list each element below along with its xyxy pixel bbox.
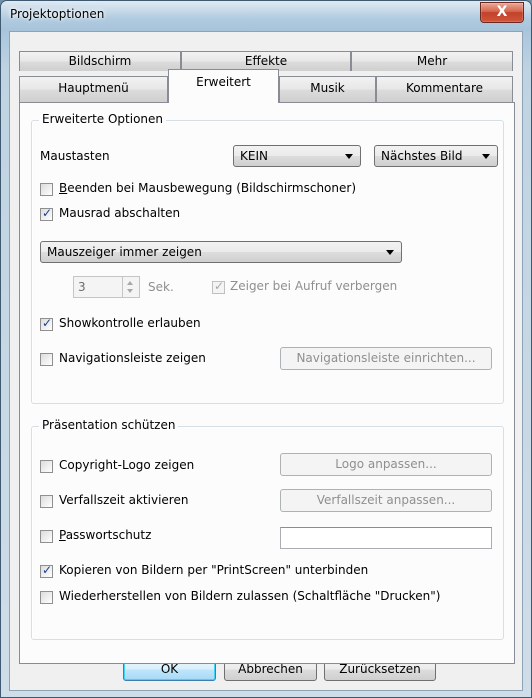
adjust-expiry-button[interactable]: Verfallszeit anpassen... <box>280 489 492 512</box>
advanced-options-group: Erweiterte Optionen Maustasten KEIN Näch… <box>31 112 504 404</box>
exit-on-mouse-move-label: Beenden bei Mausbewegung (Bildschirmscho… <box>59 181 356 195</box>
spinner-buttons[interactable] <box>122 277 139 297</box>
disable-mouse-wheel-label: Mausrad abschalten <box>59 206 181 220</box>
hide-pointer-checkbox[interactable] <box>212 279 225 294</box>
chevron-down-icon <box>345 154 353 159</box>
seconds-unit-label: Sek. <box>148 280 174 294</box>
dialog-client-area: Bildschirm Effekte Mehr Hauptmenü Erweit… <box>9 31 523 691</box>
show-nav-bar-label: Navigationsleiste zeigen <box>59 351 206 365</box>
tab-mehr[interactable]: Mehr <box>351 51 513 71</box>
project-options-window: Projektoptionen X Bildschirm Effekte Meh… <box>0 0 532 698</box>
copyright-logo-checkbox[interactable] <box>40 460 53 473</box>
arrow-up-icon <box>127 281 133 285</box>
mouse-left-value: KEIN <box>240 149 268 163</box>
mouse-pointer-mode-value: Mauszeiger immer zeigen <box>47 245 202 259</box>
window-title: Projektoptionen <box>10 7 105 21</box>
password-label: Passwortschutz <box>59 528 152 542</box>
group-title-protect: Präsentation schützen <box>39 418 179 432</box>
chevron-down-icon <box>482 154 490 159</box>
disable-mouse-wheel-checkbox[interactable] <box>40 206 53 221</box>
arrow-down-icon <box>127 289 133 293</box>
tab-kommentare[interactable]: Kommentare <box>376 76 513 102</box>
block-printscreen-label: Kopieren von Bildern per "PrintScreen" u… <box>59 563 369 577</box>
mouse-pointer-mode-dropdown[interactable]: Mauszeiger immer zeigen <box>40 241 402 263</box>
setup-nav-bar-button[interactable]: Navigationsleiste einrichten... <box>280 347 492 370</box>
mouse-right-value: Nächstes Bild <box>381 149 463 163</box>
mouse-right-dropdown[interactable]: Nächstes Bild <box>374 145 498 167</box>
allow-restore-checkbox[interactable] <box>40 591 53 604</box>
copyright-logo-label: Copyright-Logo zeigen <box>59 458 195 472</box>
tab-hauptmenue[interactable]: Hauptmenü <box>19 76 168 102</box>
mouse-left-dropdown[interactable]: KEIN <box>233 145 361 167</box>
chevron-down-icon <box>386 250 394 255</box>
password-input[interactable] <box>280 527 492 549</box>
group-title-advanced: Erweiterte Optionen <box>39 112 167 126</box>
adjust-logo-button[interactable]: Logo anpassen... <box>280 453 492 476</box>
hide-pointer-label: Zeiger bei Aufruf verbergen <box>230 279 398 293</box>
tab-erweitert[interactable]: Erweitert <box>168 69 279 103</box>
allow-restore-label: Wiederherstellen von Bildern zulassen (S… <box>59 589 441 603</box>
expiry-label: Verfallszeit aktivieren <box>59 493 189 507</box>
allow-show-control-label: Showkontrolle erlauben <box>59 316 201 330</box>
seconds-value: 3 <box>78 280 86 294</box>
tab-bildschirm[interactable]: Bildschirm <box>19 51 181 71</box>
allow-show-control-checkbox[interactable] <box>40 316 53 331</box>
title-bar[interactable]: Projektoptionen X <box>1 1 531 31</box>
tab-musik[interactable]: Musik <box>279 76 376 102</box>
tab-effekte[interactable]: Effekte <box>181 51 351 71</box>
block-printscreen-checkbox[interactable] <box>40 563 53 578</box>
protect-presentation-group: Präsentation schützen Copyright-Logo zei… <box>31 418 504 640</box>
exit-on-mouse-move-checkbox[interactable] <box>40 183 53 196</box>
tab-panel-erweitert: Erweiterte Optionen Maustasten KEIN Näch… <box>19 102 515 664</box>
show-nav-bar-checkbox[interactable] <box>40 353 53 366</box>
seconds-spinner[interactable]: 3 <box>73 276 140 298</box>
password-checkbox[interactable] <box>40 530 53 543</box>
mouse-buttons-label: Maustasten <box>40 149 110 163</box>
close-icon: X <box>496 4 508 20</box>
expiry-checkbox[interactable] <box>40 495 53 508</box>
close-button[interactable]: X <box>480 2 524 23</box>
